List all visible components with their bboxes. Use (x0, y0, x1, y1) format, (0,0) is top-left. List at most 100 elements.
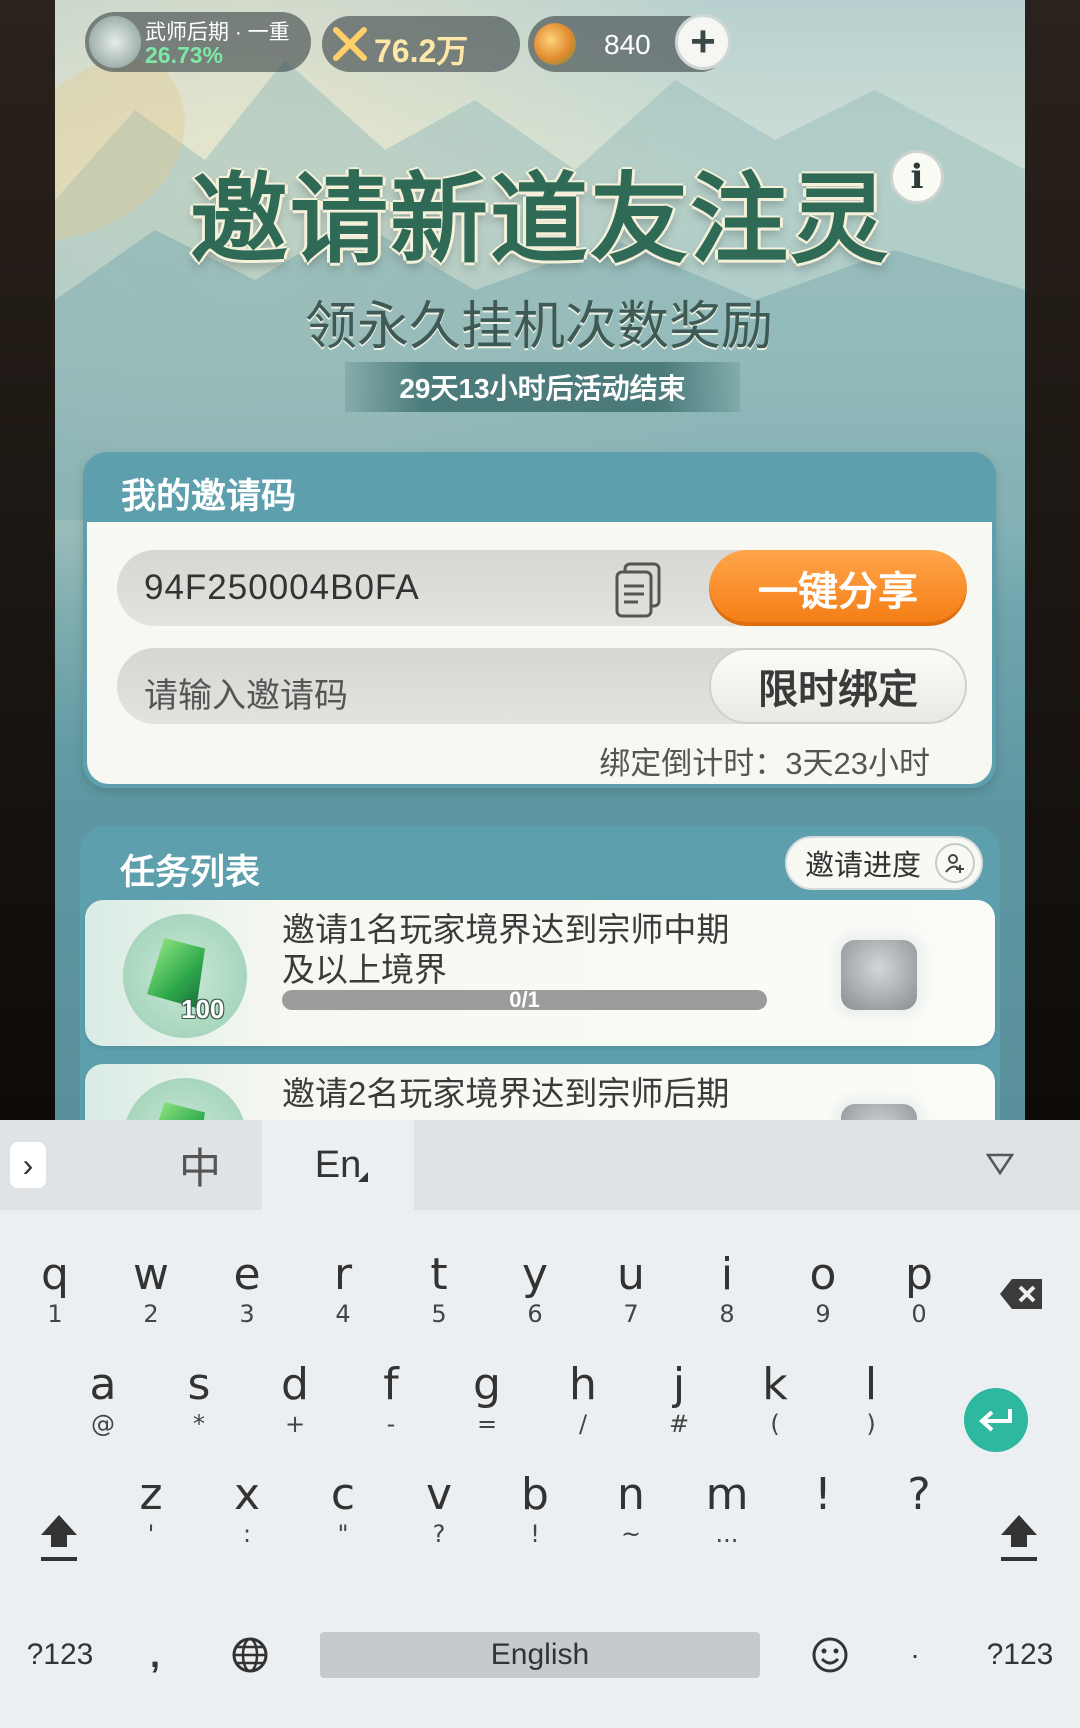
left-border (0, 0, 55, 1120)
key-u[interactable]: u7 (586, 1250, 676, 1360)
invite-progress-button[interactable]: 邀请进度 (785, 836, 983, 890)
key-j[interactable]: j # (634, 1360, 724, 1470)
key-o[interactable]: o9 (778, 1250, 868, 1360)
key-m[interactable]: m... (682, 1470, 772, 1580)
my-invite-code-field: 94F250004B0FA 一键分享 (117, 550, 967, 626)
key-secondary: " (337, 1520, 349, 1548)
key-h[interactable]: h / (538, 1360, 628, 1470)
key-secondary: / (578, 1410, 588, 1438)
key-a[interactable]: a @ (58, 1360, 148, 1470)
key-secondary: 2 (143, 1300, 159, 1328)
language-switch-key[interactable] (210, 1590, 290, 1720)
combat-power-value: 76.2万 (374, 33, 469, 69)
key-t[interactable]: t5 (394, 1250, 484, 1360)
info-button[interactable]: i (890, 150, 944, 204)
hide-keyboard-button[interactable] (980, 1144, 1020, 1184)
key-?[interactable]: ? (874, 1470, 964, 1580)
key-s[interactable]: s * (154, 1360, 244, 1470)
key-p[interactable]: p0 (874, 1250, 964, 1360)
key-l[interactable]: l) (826, 1360, 916, 1470)
key-v[interactable]: v? (394, 1470, 484, 1580)
invite-code-input[interactable]: 请输入邀请码 限时绑定 (117, 648, 967, 724)
key-secondary: 0 (911, 1300, 927, 1328)
key-letter: o (809, 1249, 837, 1300)
key-letter: a (89, 1359, 117, 1410)
key-k[interactable]: k( (730, 1360, 820, 1470)
keyboard-toolbar: › 中 En (0, 1120, 1080, 1210)
period-key[interactable]: · (880, 1590, 950, 1720)
task-progress-label: 0/1 (509, 987, 540, 1012)
symbols-left-key[interactable]: ?123 (10, 1590, 110, 1720)
space-key[interactable]: English (320, 1632, 760, 1678)
shift-icon (41, 1515, 77, 1561)
key-letter: ? (907, 1469, 931, 1520)
bind-button[interactable]: 限时绑定 (709, 648, 967, 724)
smiley-icon (812, 1637, 848, 1673)
copy-icon[interactable] (611, 560, 667, 620)
right-border (1025, 0, 1080, 1120)
comma-key[interactable]: , (110, 1590, 200, 1720)
english-mode-tab[interactable]: En (262, 1120, 414, 1210)
key-d[interactable]: d + (250, 1360, 340, 1470)
event-countdown-text: 29天13小时后活动结束 (399, 373, 686, 404)
key-n[interactable]: n ~ (586, 1470, 676, 1580)
key-secondary: * (193, 1410, 205, 1438)
share-button[interactable]: 一键分享 (709, 550, 967, 626)
key-i[interactable]: i8 (682, 1250, 772, 1360)
key-w[interactable]: w2 (106, 1250, 196, 1360)
task-list-panel: 任务列表 邀请进度 100 邀请1名玩家境界达到宗师中期及以上境界 0/1 邀请… (80, 826, 1000, 1120)
crossed-swords-icon (333, 27, 367, 61)
key-letter: x (233, 1469, 261, 1520)
key-![interactable]: ! (778, 1470, 868, 1580)
key-letter: u (617, 1249, 645, 1300)
realm-status[interactable]: 武师后期 · 一重 26.73% (85, 12, 311, 72)
key-secondary: ? (432, 1520, 446, 1548)
globe-icon (232, 1637, 268, 1673)
key-letter: t (430, 1249, 448, 1300)
key-letter: r (333, 1249, 353, 1300)
shift-right-key[interactable] (990, 1508, 1048, 1568)
shift-left-key[interactable] (30, 1508, 88, 1568)
backspace-icon (1000, 1279, 1042, 1309)
key-letter: w (133, 1249, 169, 1300)
key-letter: d (281, 1359, 309, 1410)
chinese-mode-tab[interactable]: 中 (140, 1130, 260, 1200)
key-y[interactable]: y6 (490, 1250, 580, 1360)
key-q[interactable]: q1 (10, 1250, 100, 1360)
enter-key[interactable] (964, 1388, 1028, 1452)
key-letter: j (672, 1359, 686, 1410)
key-letter: k (762, 1359, 788, 1410)
triangle-down-icon (986, 1153, 1014, 1176)
key-secondary: 5 (431, 1300, 447, 1328)
backspace-key[interactable] (990, 1268, 1052, 1320)
key-letter: v (425, 1469, 453, 1520)
plus-icon: + (690, 17, 716, 66)
key-secondary: - (386, 1410, 396, 1438)
corner-triangle-icon (358, 1172, 368, 1182)
key-f[interactable]: f- (346, 1360, 436, 1470)
add-currency-button[interactable]: + (675, 14, 731, 70)
my-invite-code: 94F250004B0FA (144, 568, 420, 607)
realm-progress-percent: 26.73% (145, 42, 224, 68)
key-b[interactable]: b! (490, 1470, 580, 1580)
expand-toolbar-button[interactable]: › (10, 1142, 46, 1188)
key-g[interactable]: g = (442, 1360, 532, 1470)
key-secondary: + (284, 1410, 306, 1438)
key-secondary: ) (866, 1410, 876, 1438)
key-r[interactable]: r4 (298, 1250, 388, 1360)
key-c[interactable]: c " (298, 1470, 388, 1580)
key-secondary: @ (91, 1410, 115, 1438)
symbols-right-key[interactable]: ?123 (970, 1590, 1070, 1720)
key-x[interactable]: x: (202, 1470, 292, 1580)
key-e[interactable]: e3 (202, 1250, 292, 1360)
key-letter: p (905, 1249, 933, 1300)
task-list-title: 任务列表 (120, 853, 261, 892)
treasure-chest-icon[interactable] (841, 940, 917, 1010)
key-secondary: 9 (815, 1300, 831, 1328)
currency-amount: 840 (604, 29, 651, 60)
treasure-chest-icon[interactable] (841, 1104, 917, 1120)
emoji-key[interactable] (790, 1590, 870, 1720)
task-item: 100 邀请1名玩家境界达到宗师中期及以上境界 0/1 (85, 900, 995, 1046)
info-icon: i (910, 157, 924, 197)
key-z[interactable]: z ' (106, 1470, 196, 1580)
